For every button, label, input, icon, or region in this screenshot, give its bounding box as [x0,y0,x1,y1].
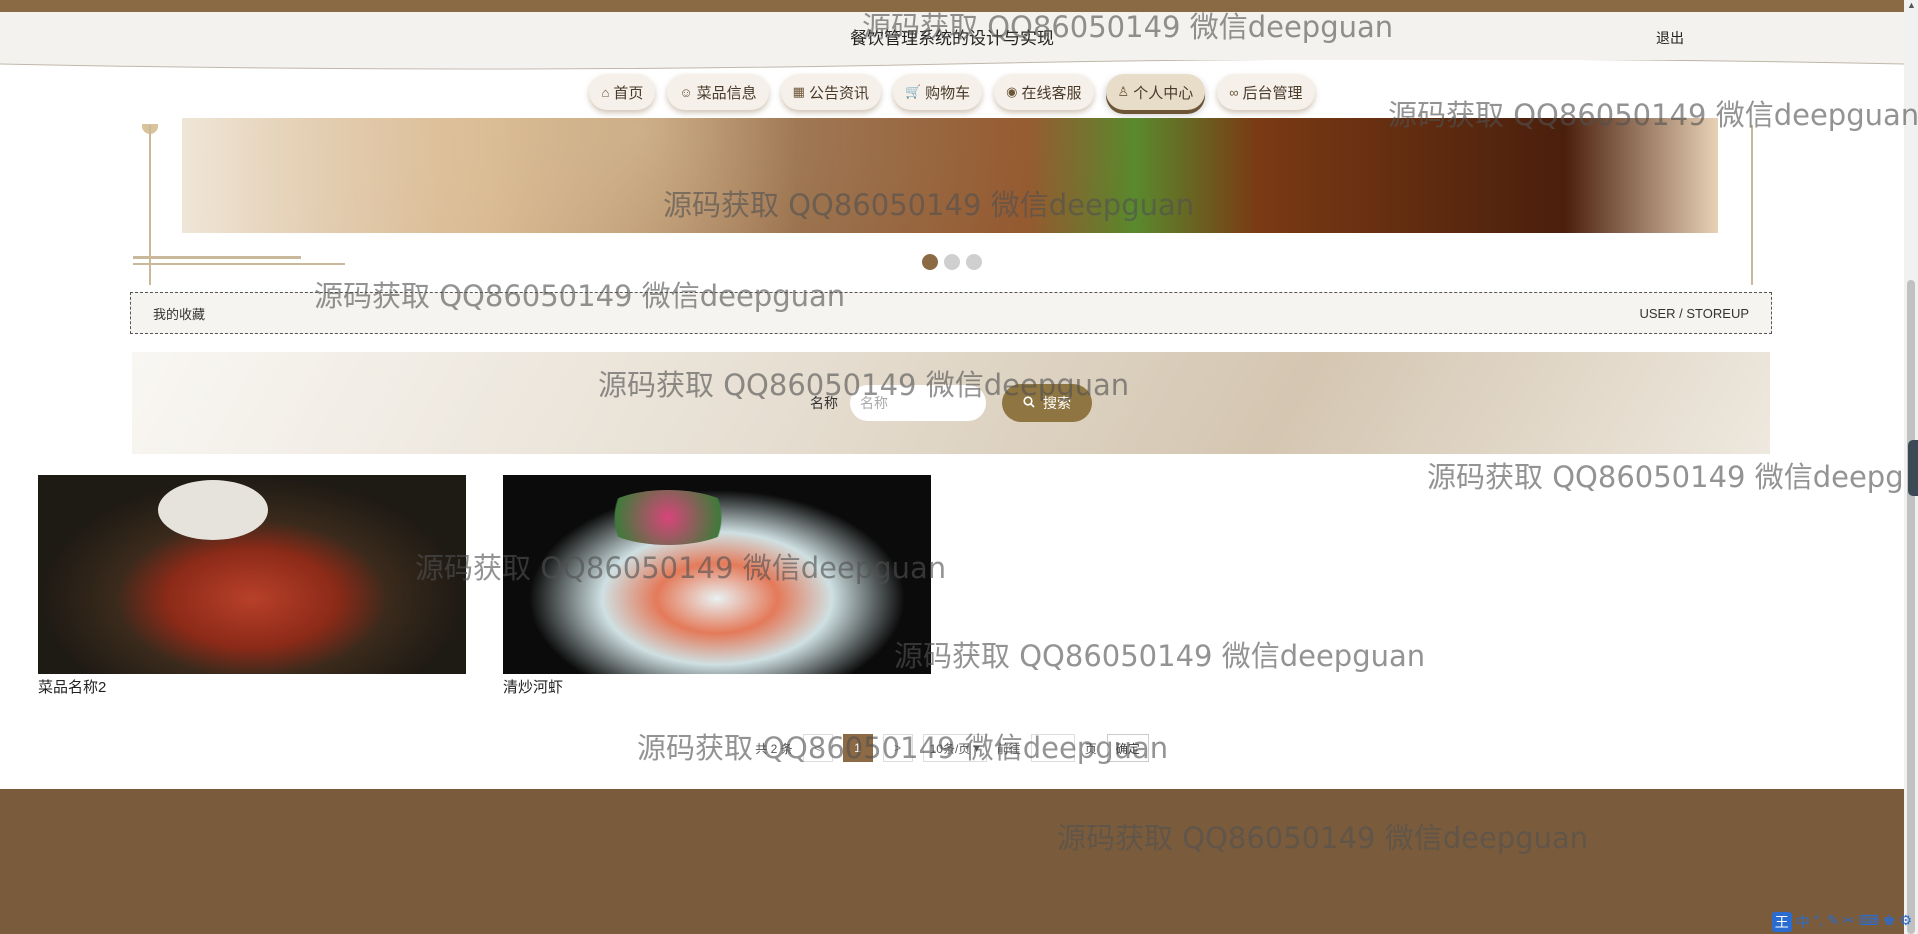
site-footer [0,789,1904,934]
pen-icon[interactable]: ✎ [1827,912,1839,932]
news-icon: ▦ [792,84,805,99]
dish-icon: ☺ [679,84,693,100]
ime-toolbar: 王 中 °, ✎ ✂ ⌨ ♚ ⚙ [1771,912,1912,932]
nav-item-admin[interactable]: ∞ 后台管理 [1217,74,1315,110]
skin-icon[interactable]: ♚ [1883,912,1896,932]
nav-item-user-center[interactable]: ♙ 个人中心 [1105,74,1206,110]
search-button[interactable]: 搜索 [1002,384,1092,422]
nav-item-label: 后台管理 [1242,84,1303,102]
carousel-dot[interactable] [966,254,982,270]
scissors-icon[interactable]: ✂ [1843,912,1855,932]
watermark: 源码获取 QQ86050149 微信deepguan [894,639,1426,673]
cart-icon: 🛒 [904,84,922,99]
home-icon: ⌂ [601,84,610,100]
scroll-thumb[interactable] [1907,280,1915,934]
goto-label: 前往 [996,741,1021,756]
header-wave [0,60,1904,74]
nav-item-label: 菜品信息 [696,84,757,102]
nav-item-label: 个人中心 [1133,84,1194,102]
confirm-button[interactable]: 确定 [1106,734,1149,762]
top-strip [0,0,1904,12]
nav-item-label: 购物车 [925,84,971,102]
carousel-banner-image[interactable] [182,118,1718,233]
ime-mode[interactable]: 中 [1796,912,1810,932]
dish-name[interactable]: 菜品名称2 [38,676,466,697]
nav-item-news[interactable]: ▦ 公告资讯 [780,74,881,110]
nav-item-chat[interactable]: ◉ 在线客服 [994,74,1094,110]
dish-image[interactable] [38,475,466,674]
search-button-label: 搜索 [1043,395,1071,411]
search-label: 名称 [810,395,838,411]
page-size-value: 10条/页 [929,741,971,756]
list-item[interactable]: 菜品名称2 [38,475,466,697]
nav-item-home[interactable]: ⌂ 首页 [589,74,656,110]
prev-page-button[interactable]: < [802,734,833,762]
punctuation-icon[interactable]: °, [1814,912,1824,932]
breadcrumb-path: USER / STOREUP [1639,305,1749,321]
chevron-down-icon: ▾ [970,741,980,755]
nav-item-label: 在线客服 [1021,84,1082,102]
list-item[interactable]: 清炒河虾 [503,475,931,697]
scroll-up-icon[interactable]: ▲ [1907,0,1916,10]
site-title: 餐饮管理系统的设计与实现 [850,29,1054,48]
nav-item-cart[interactable]: 🛒 购物车 [892,74,983,110]
next-page-button[interactable]: > [882,734,913,762]
side-toolbar-tab[interactable] [1908,440,1918,496]
pagination-total: 共 2 条 [755,741,793,756]
dish-image[interactable] [503,475,931,674]
page-size-select[interactable]: 10条/页 ▾ [922,734,987,762]
breadcrumb: 我的收藏 USER / STOREUP [130,292,1772,334]
page-number-button[interactable]: 1 [842,734,873,762]
keyboard-icon[interactable]: ⌨ [1859,912,1879,932]
watermark: 源码获取 QQ86050149 微信deepguan [1427,460,1904,494]
ime-logo[interactable]: 王 [1771,912,1792,932]
main-nav: ⌂ 首页 ☺ 菜品信息 ▦ 公告资讯 🛒 购物车 ◉ 在线客服 ♙ 个人中心 ∞… [0,74,1904,110]
nav-item-dishes[interactable]: ☺ 菜品信息 [667,74,769,110]
carousel-indicators [0,254,1904,270]
nav-item-label: 首页 [613,84,644,102]
chat-icon: ◉ [1006,84,1018,99]
user-icon: ♙ [1117,84,1130,99]
search-input[interactable] [850,385,986,421]
pagination: 共 2 条 < 1 > 10条/页 ▾ 前往 页 确定 [0,734,1904,762]
page-suffix: 页 [1084,741,1097,756]
page-title: 我的收藏 [153,306,206,322]
goto-page-input[interactable] [1030,734,1075,762]
search-panel: 名称 搜索 [132,352,1770,454]
gear-icon[interactable]: ⚙ [1899,912,1912,932]
nav-item-label: 公告资讯 [808,84,869,102]
dish-name[interactable]: 清炒河虾 [503,676,931,697]
carousel-dot[interactable] [922,254,938,270]
carousel-dot[interactable] [944,254,960,270]
search-icon [1023,395,1035,411]
link-icon: ∞ [1229,84,1239,100]
